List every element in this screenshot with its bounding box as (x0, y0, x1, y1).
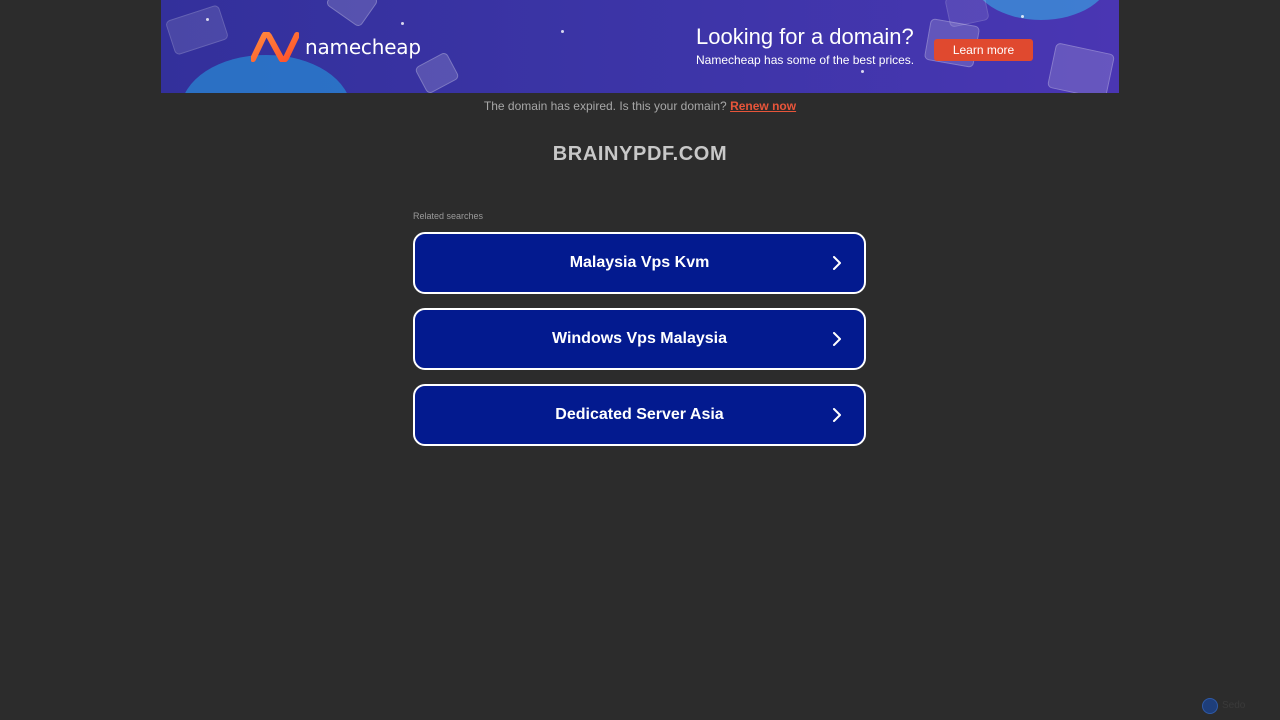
ad-copy: Looking for a domain? Namecheap has some… (696, 24, 914, 67)
domain-title: BRAINYPDF.COM (552, 143, 728, 165)
chevron-right-icon (833, 408, 841, 422)
banner-star (401, 22, 404, 25)
ad-banner[interactable]: namecheap Looking for a domain? Namechea… (161, 0, 1119, 93)
related-search-button[interactable]: Malaysia Vps Kvm (413, 232, 866, 294)
ad-title: Looking for a domain? (696, 24, 914, 49)
chevron-right-icon (833, 332, 841, 346)
namecheap-logo-icon (251, 32, 299, 62)
chevron-right-icon (833, 256, 841, 270)
banner-decoration-tile (414, 51, 460, 93)
related-searches-label: Related searches (413, 211, 484, 221)
ad-subtitle: Namecheap has some of the best prices. (696, 53, 915, 67)
banner-decoration-blob (971, 0, 1111, 20)
banner-star (861, 70, 864, 73)
privacy-badge-text[interactable]: Sedo (1222, 700, 1245, 711)
namecheap-logo-text: namecheap (305, 35, 421, 59)
banner-decoration-tile (944, 0, 990, 28)
banner-star (206, 18, 209, 21)
expired-notice-text: The domain has expired. Is this your dom… (483, 99, 727, 113)
related-search-button[interactable]: Windows Vps Malaysia (413, 308, 866, 370)
renew-now-link[interactable]: Renew now (730, 99, 796, 113)
related-search-label: Malaysia Vps Kvm (569, 254, 710, 271)
banner-star (1021, 15, 1024, 18)
privacy-badge-icon[interactable] (1202, 698, 1218, 714)
banner-decoration-tile (164, 4, 230, 56)
banner-decoration-tile (1046, 42, 1116, 93)
related-search-label: Windows Vps Malaysia (551, 330, 727, 347)
related-search-label: Dedicated Server Asia (555, 406, 724, 423)
namecheap-logo[interactable]: namecheap (251, 32, 421, 62)
related-search-button[interactable]: Dedicated Server Asia (413, 384, 866, 446)
banner-star (561, 30, 564, 33)
learn-more-button[interactable]: Learn more (934, 39, 1033, 61)
banner-decoration-tile (325, 0, 379, 28)
page: namecheap Looking for a domain? Namechea… (0, 0, 1280, 720)
expired-notice: The domain has expired. Is this your dom… (0, 99, 1280, 113)
